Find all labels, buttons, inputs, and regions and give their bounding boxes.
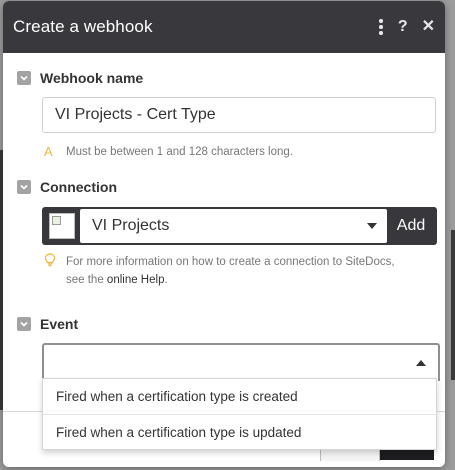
connection-selected-value: VI Projects xyxy=(92,217,170,234)
help-icon[interactable]: ? xyxy=(398,19,408,35)
chevron-down-icon[interactable] xyxy=(17,180,31,194)
webhook-name-section-header[interactable]: Webhook name xyxy=(17,70,143,86)
connection-section-header[interactable]: Connection xyxy=(17,179,117,195)
webhook-name-hint: A Must be between 1 and 128 characters l… xyxy=(44,144,293,159)
connection-row: VI Projects Add xyxy=(42,207,437,245)
lightbulb-icon xyxy=(44,253,58,289)
connection-app-icon xyxy=(49,213,75,239)
event-options-dropdown: Fired when a certification type is creat… xyxy=(42,378,437,450)
event-section-header[interactable]: Event xyxy=(17,316,78,332)
more-vertical-icon[interactable] xyxy=(378,19,384,35)
warning-icon: A xyxy=(44,144,53,159)
chevron-down-icon[interactable] xyxy=(17,71,31,85)
close-icon[interactable]: ✕ xyxy=(422,19,435,35)
background-panel-edge xyxy=(451,230,455,380)
chevron-up-icon[interactable] xyxy=(416,360,426,366)
event-select[interactable] xyxy=(42,343,440,381)
chevron-down-icon[interactable] xyxy=(367,223,377,229)
dialog-header: Create a webhook ? ✕ xyxy=(3,1,445,53)
chevron-down-icon[interactable] xyxy=(17,317,31,331)
connection-info-suffix: . xyxy=(164,274,168,286)
event-label: Event xyxy=(40,316,79,332)
connection-label: Connection xyxy=(40,179,117,195)
webhook-name-label: Webhook name xyxy=(40,70,144,86)
event-option[interactable]: Fired when a certification type is creat… xyxy=(43,379,436,414)
webhook-name-input[interactable]: VI Projects - Cert Type xyxy=(42,97,436,133)
online-help-link[interactable]: online Help xyxy=(107,274,165,286)
event-option[interactable]: Fired when a certification type is updat… xyxy=(43,414,436,449)
connection-info-hint: For more information on how to create a … xyxy=(44,253,414,289)
connection-select[interactable]: VI Projects xyxy=(80,209,387,243)
add-connection-button[interactable]: Add xyxy=(387,217,435,235)
dialog-title: Create a webhook xyxy=(13,17,153,36)
